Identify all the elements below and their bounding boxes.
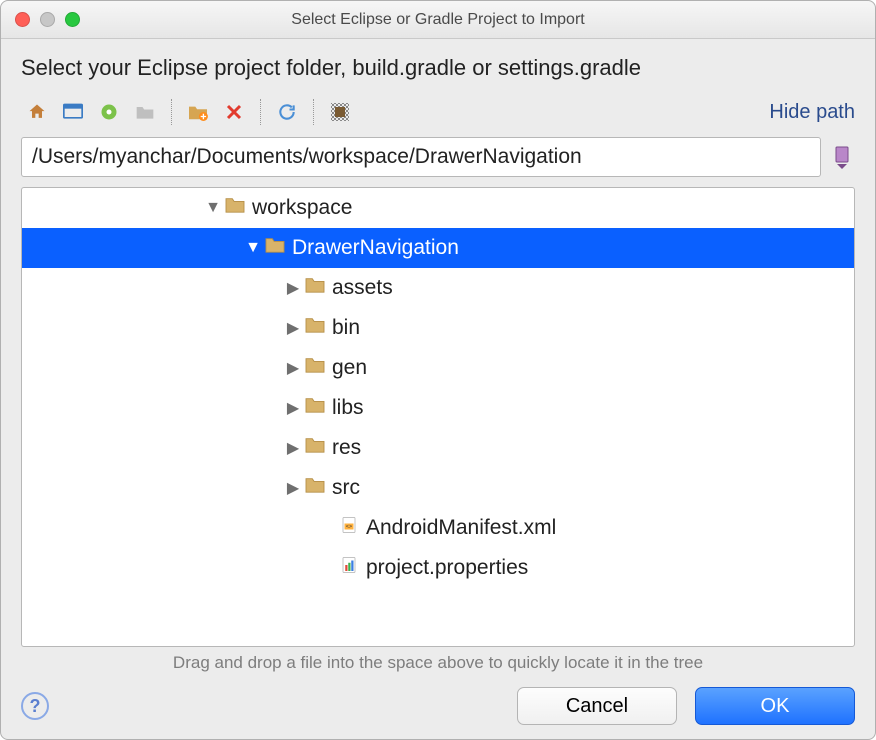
help-icon[interactable]: ? — [21, 692, 49, 720]
file-tree: ▼ workspace ▼ DrawerNavigation ▶ assets ▶ bin ▶ g… — [21, 187, 855, 647]
tree-node-label: project.properties — [366, 556, 528, 580]
folder-icon — [224, 196, 252, 220]
show-hidden-icon[interactable] — [324, 97, 356, 127]
drag-hint: Drag and drop a file into the space abov… — [21, 653, 855, 673]
chevron-right-icon[interactable]: ▶ — [282, 478, 304, 498]
tree-node[interactable]: ▼ workspace — [22, 188, 854, 228]
tree-node-label: AndroidManifest.xml — [366, 516, 556, 540]
toolbar-separator — [313, 99, 314, 125]
dialog-window: Select Eclipse or Gradle Project to Impo… — [0, 0, 876, 740]
folder-icon — [264, 236, 292, 260]
tree-node-label: DrawerNavigation — [292, 236, 459, 260]
chevron-right-icon[interactable]: ▶ — [282, 438, 304, 458]
tree-node[interactable]: <> AndroidManifest.xml — [22, 508, 854, 548]
tree-node-label: gen — [332, 356, 367, 380]
properties-file-icon — [338, 556, 366, 580]
toolbar-separator — [260, 99, 261, 125]
toolbar-separator — [171, 99, 172, 125]
refresh-icon[interactable] — [271, 97, 303, 127]
tree-node-label: bin — [332, 316, 360, 340]
toolbar: Hide path — [21, 97, 855, 127]
chevron-right-icon[interactable]: ▶ — [282, 358, 304, 378]
tree-node[interactable]: ▶ res — [22, 428, 854, 468]
ok-button[interactable]: OK — [695, 687, 855, 725]
footer: ? Cancel OK — [21, 673, 855, 725]
path-row — [21, 137, 855, 177]
project-icon[interactable] — [93, 97, 125, 127]
tree-node[interactable]: ▶ src — [22, 468, 854, 508]
window-title: Select Eclipse or Gradle Project to Impo… — [1, 11, 875, 29]
delete-icon[interactable] — [218, 97, 250, 127]
titlebar: Select Eclipse or Gradle Project to Impo… — [1, 1, 875, 39]
folder-icon — [304, 356, 332, 380]
chevron-right-icon[interactable]: ▶ — [282, 318, 304, 338]
xml-file-icon: <> — [338, 516, 366, 540]
tree-node[interactable]: ▼ DrawerNavigation — [22, 228, 854, 268]
folder-icon — [304, 396, 332, 420]
tree-node[interactable]: ▶ bin — [22, 308, 854, 348]
folder-icon — [304, 276, 332, 300]
path-input[interactable] — [21, 137, 821, 177]
folder-icon — [304, 476, 332, 500]
tree-node-label: workspace — [252, 196, 352, 220]
new-folder-icon[interactable] — [182, 97, 214, 127]
chevron-down-icon[interactable]: ▼ — [242, 239, 264, 257]
tree-node[interactable]: ▶ libs — [22, 388, 854, 428]
desktop-icon[interactable] — [57, 97, 89, 127]
module-icon[interactable] — [129, 97, 161, 127]
hide-path-link[interactable]: Hide path — [769, 101, 855, 124]
folder-icon — [304, 436, 332, 460]
tree-node[interactable]: project.properties — [22, 548, 854, 588]
chevron-right-icon[interactable]: ▶ — [282, 398, 304, 418]
chevron-down-icon[interactable]: ▼ — [202, 199, 224, 217]
tree-node-label: assets — [332, 276, 393, 300]
path-history-icon[interactable] — [829, 141, 855, 173]
instruction-text: Select your Eclipse project folder, buil… — [21, 55, 855, 81]
file-tree-scroll[interactable]: ▼ workspace ▼ DrawerNavigation ▶ assets ▶ bin ▶ g… — [22, 188, 854, 646]
tree-node-label: src — [332, 476, 360, 500]
tree-node[interactable]: ▶ gen — [22, 348, 854, 388]
tree-node[interactable]: ▶ assets — [22, 268, 854, 308]
svg-text:<>: <> — [346, 524, 352, 530]
chevron-right-icon[interactable]: ▶ — [282, 278, 304, 298]
tree-node-label: libs — [332, 396, 364, 420]
cancel-button[interactable]: Cancel — [517, 687, 677, 725]
dialog-content: Select your Eclipse project folder, buil… — [1, 39, 875, 739]
home-icon[interactable] — [21, 97, 53, 127]
folder-icon — [304, 316, 332, 340]
tree-node-label: res — [332, 436, 361, 460]
